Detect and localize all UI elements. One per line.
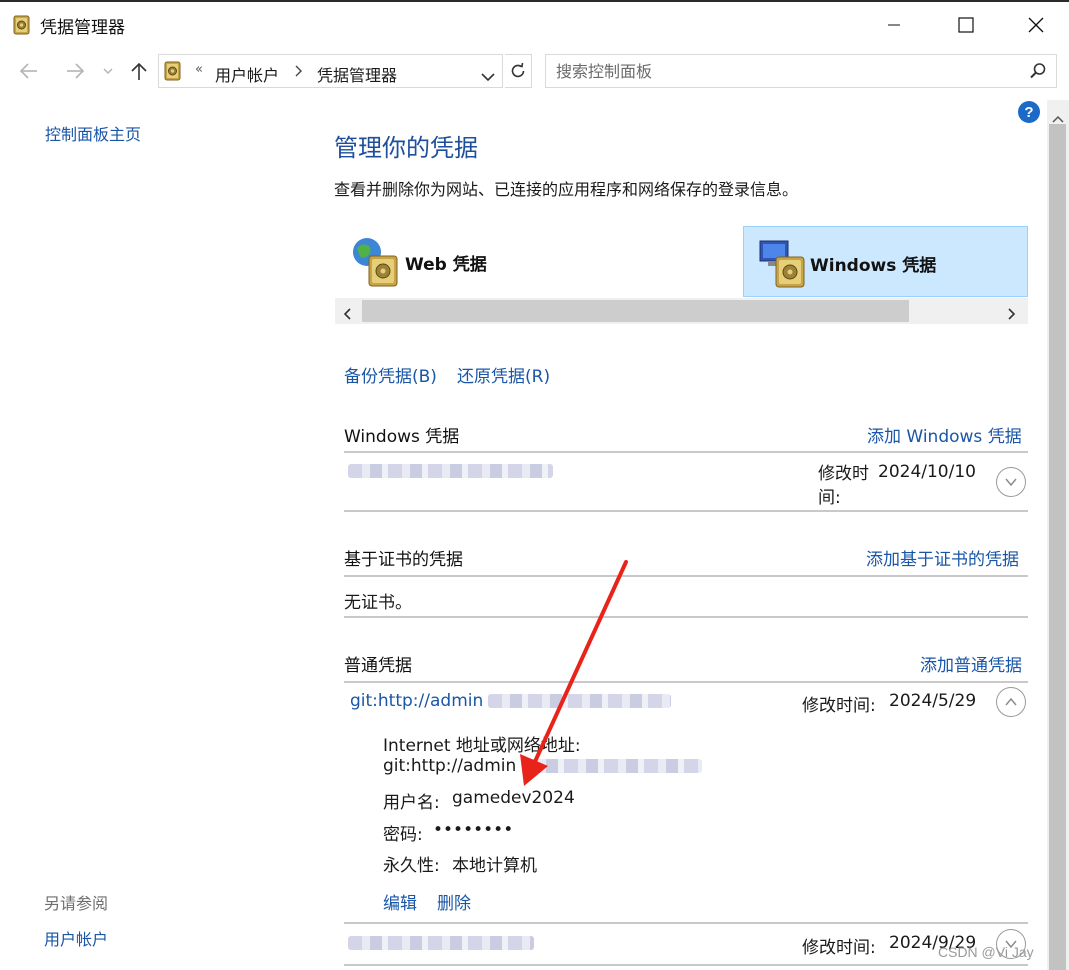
annotation-arrow-icon — [520, 560, 628, 786]
watermark: CSDN @Vi Jay — [938, 944, 1034, 960]
